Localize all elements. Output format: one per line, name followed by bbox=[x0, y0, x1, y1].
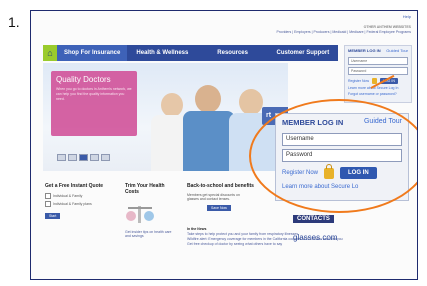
member-login-panel: MEMBER LOG IN Guided Tour Username Passw… bbox=[344, 45, 412, 103]
health-costs-caption[interactable]: Get insider tips on health care and savi… bbox=[125, 230, 175, 238]
nav-resources[interactable]: Resources bbox=[198, 50, 268, 56]
news-item[interactable]: Get free checkup of doctor by seeing wha… bbox=[187, 242, 407, 247]
nav-health-wellness[interactable]: Health & Wellness bbox=[127, 50, 197, 56]
glasses-ad[interactable]: glasses.com bbox=[293, 233, 408, 242]
register-now-link[interactable]: Register Now bbox=[348, 79, 369, 83]
username-input[interactable]: Username bbox=[348, 57, 408, 65]
figure-number: 1. bbox=[8, 14, 20, 30]
news-title: In the News bbox=[187, 227, 207, 231]
callout-highlight-ellipse bbox=[249, 99, 417, 213]
person-photo bbox=[195, 85, 221, 113]
person-photo bbox=[183, 111, 235, 171]
help-link[interactable]: Help bbox=[403, 14, 411, 19]
quote-title: Get a Free Instant Quote bbox=[45, 183, 104, 189]
slide-dot-active[interactable] bbox=[79, 154, 88, 161]
main-nav: ⌂ Shop For Insurance Health & Wellness R… bbox=[43, 45, 338, 61]
scale-icon bbox=[126, 206, 154, 223]
member-login-title: MEMBER LOG IN bbox=[348, 48, 381, 53]
hero-title: Quality Doctors bbox=[56, 75, 111, 84]
quote-widget: Get a Free Instant Quote Individual & Fa… bbox=[45, 183, 115, 219]
browser-screenshot: Help OTHER ANTHEM WEBSITES Providers | E… bbox=[30, 10, 418, 280]
health-costs-widget: Trim Your Health Costs Get insider tips … bbox=[125, 183, 175, 238]
nav-customer-support[interactable]: Customer Support bbox=[268, 50, 338, 56]
home-button[interactable]: ⌂ bbox=[43, 45, 57, 61]
other-websites: OTHER ANTHEM WEBSITES Providers | Employ… bbox=[277, 25, 412, 35]
person-photo bbox=[161, 93, 183, 117]
guided-tour-link[interactable]: Guided Tour bbox=[386, 48, 408, 53]
quote-start-button[interactable]: Start bbox=[45, 213, 61, 219]
health-costs-title: Trim Your Health Costs bbox=[125, 183, 165, 195]
contacts-ad[interactable]: CONTACTS bbox=[293, 215, 334, 223]
password-input[interactable]: Password bbox=[348, 67, 408, 75]
person-photo bbox=[239, 89, 263, 115]
save-now-button[interactable]: Save Now bbox=[207, 205, 231, 211]
hero-subtitle: When you go to doctors in Anthem's netwo… bbox=[56, 87, 132, 101]
forgot-password-link[interactable]: Forgot username or password? bbox=[348, 92, 408, 96]
learn-secure-login-link[interactable]: Learn more about Secure Log In bbox=[348, 86, 408, 90]
quote-option[interactable]: Individual & Family bbox=[45, 193, 115, 199]
back-to-school-body: Members get special discounts on glasses… bbox=[187, 193, 240, 201]
hero-promo-panel: Quality Doctors When you go to doctors i… bbox=[51, 71, 137, 136]
nav-shop-for-insurance[interactable]: Shop For Insurance bbox=[57, 45, 128, 61]
other-websites-links[interactable]: Providers | Employers | Producers | Medi… bbox=[277, 30, 412, 34]
slide-dot[interactable] bbox=[101, 154, 110, 161]
home-icon: ⌂ bbox=[47, 48, 53, 58]
slide-dot[interactable] bbox=[57, 154, 66, 161]
slide-pager bbox=[57, 154, 110, 161]
slide-dot[interactable] bbox=[68, 154, 77, 161]
slide-dot[interactable] bbox=[90, 154, 99, 161]
quote-option[interactable]: Individual & Family plans bbox=[45, 201, 115, 207]
